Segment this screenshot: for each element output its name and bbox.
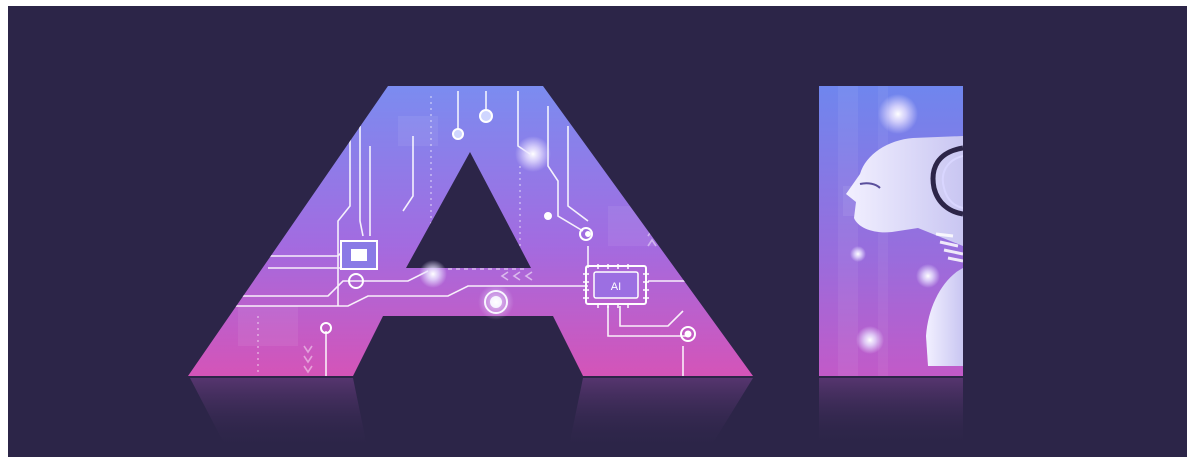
ai-illustration: AI bbox=[188, 86, 963, 451]
letter-reflection bbox=[190, 378, 963, 451]
letter-a: AI bbox=[188, 86, 753, 376]
ai-banner: AI bbox=[8, 6, 1187, 457]
chip-label: AI bbox=[611, 281, 621, 293]
chip-small bbox=[340, 240, 378, 270]
letter-i bbox=[819, 86, 963, 376]
